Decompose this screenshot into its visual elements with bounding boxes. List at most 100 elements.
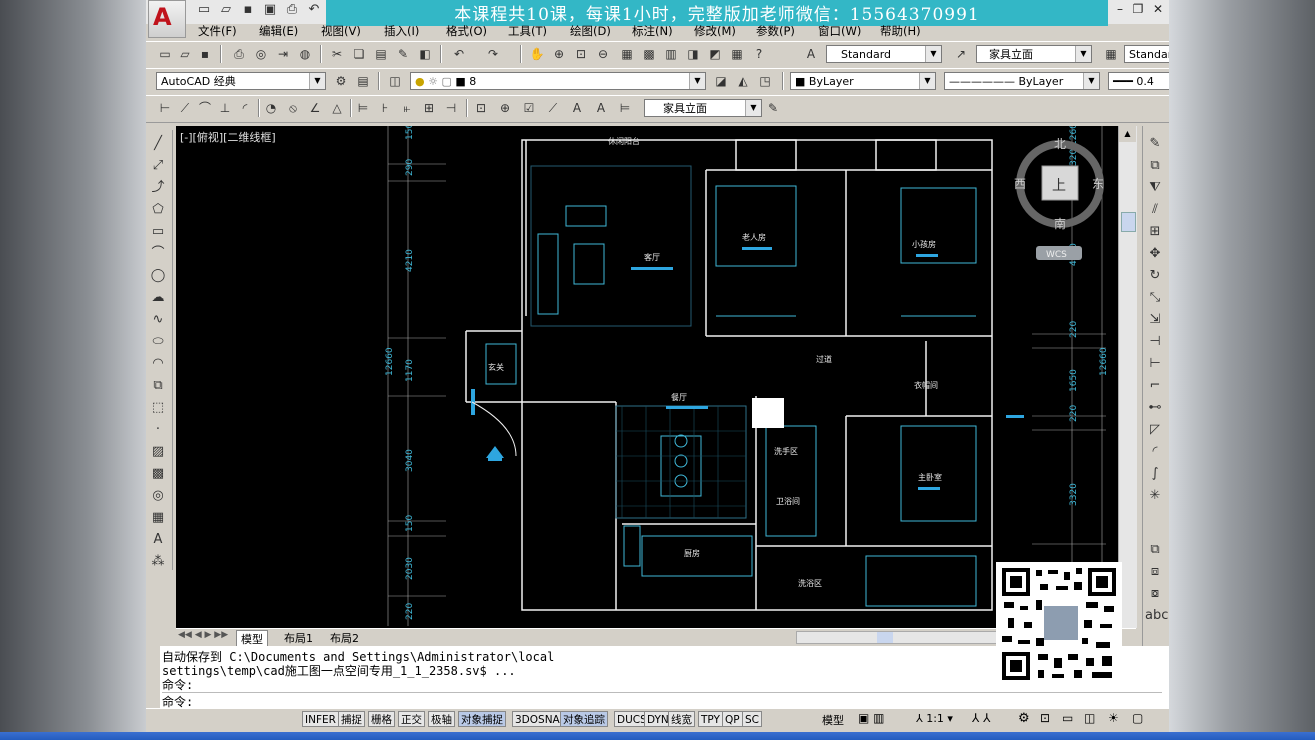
horizontal-scrollbar[interactable] bbox=[796, 631, 998, 644]
circle-icon[interactable]: ◯ bbox=[148, 266, 168, 286]
layer-state-icon[interactable]: ◳ bbox=[756, 72, 774, 90]
workspace-settings-icon[interactable]: ⚙ bbox=[332, 72, 350, 90]
menu-window[interactable]: 窗口(W) bbox=[818, 23, 861, 39]
menu-dimension[interactable]: 标注(N) bbox=[632, 23, 673, 39]
publish-icon[interactable]: ⇥ bbox=[274, 45, 292, 63]
dimension-style-icon[interactable]: ✎ bbox=[764, 99, 782, 117]
minimize-icon[interactable]: – bbox=[1112, 2, 1128, 18]
save-as-icon[interactable]: ▣ bbox=[262, 2, 278, 18]
fillet-icon[interactable]: ◜ bbox=[1145, 442, 1165, 462]
layout-icon[interactable]: ▣ ▥ bbox=[858, 711, 885, 725]
restore-icon[interactable]: ❐ bbox=[1130, 2, 1146, 18]
polygon-icon[interactable]: ⬠ bbox=[148, 200, 168, 220]
dim-style-icon[interactable]: ↗ bbox=[952, 45, 970, 63]
dim-arc-icon[interactable]: ⌒ bbox=[196, 99, 214, 117]
ellipse-arc-icon[interactable]: ◠ bbox=[148, 354, 168, 374]
lineweight-select[interactable]: ━━━ 0.4 bbox=[1108, 72, 1169, 90]
zoom-realtime-icon[interactable]: ⊕ bbox=[550, 45, 568, 63]
tab-layout2[interactable]: 布局2 bbox=[326, 630, 363, 646]
explode-icon[interactable]: ✳ bbox=[1145, 486, 1165, 506]
extend-icon[interactable]: ⊢ bbox=[1145, 354, 1165, 374]
draworder-front-icon[interactable]: ⧇ bbox=[1145, 584, 1165, 604]
3d-dwf-icon[interactable]: ◍ bbox=[296, 45, 314, 63]
dim-break-icon[interactable]: ⊣ bbox=[442, 99, 460, 117]
construction-line-icon[interactable]: ⤢ bbox=[148, 156, 168, 176]
chamfer-icon[interactable]: ◸ bbox=[1145, 420, 1165, 440]
help-icon[interactable]: ? bbox=[750, 45, 768, 63]
close-icon[interactable]: ✕ bbox=[1150, 2, 1166, 18]
stretch-icon[interactable]: ⇲ bbox=[1145, 310, 1165, 330]
status-lineweight[interactable]: 线宽 bbox=[668, 711, 695, 727]
linetype-select[interactable]: —————— ByLayer ▼ bbox=[944, 72, 1100, 90]
break-icon[interactable]: ⌐ bbox=[1145, 376, 1165, 396]
dim-space-icon[interactable]: ⊞ bbox=[420, 99, 438, 117]
undo-icon[interactable]: ↶ bbox=[450, 45, 468, 63]
inspection-icon[interactable]: ☑ bbox=[520, 99, 538, 117]
join-icon[interactable]: ⊷ bbox=[1145, 398, 1165, 418]
erase-icon[interactable]: ✎ bbox=[1145, 134, 1165, 154]
mirror-icon[interactable]: ⧨ bbox=[1145, 178, 1165, 198]
dim-angular-icon[interactable]: ∠ bbox=[306, 99, 324, 117]
properties-icon[interactable]: ▦ bbox=[618, 45, 636, 63]
annotation-scale-icon[interactable]: ⅄ 1:1 ▾ bbox=[916, 712, 953, 725]
dim-diameter-icon[interactable]: ⦸ bbox=[284, 99, 302, 117]
zoom-previous-icon[interactable]: ⊖ bbox=[594, 45, 612, 63]
dim-jogged-icon[interactable]: ◔ bbox=[262, 99, 280, 117]
quick-dim-icon[interactable]: ⊨ bbox=[354, 99, 372, 117]
sheet-set-icon[interactable]: ◨ bbox=[684, 45, 702, 63]
status-qp[interactable]: QP bbox=[722, 711, 743, 727]
center-mark-icon[interactable]: ⊕ bbox=[496, 99, 514, 117]
menu-file[interactable]: 文件(F) bbox=[198, 23, 237, 39]
revision-cloud-icon[interactable]: ☁ bbox=[148, 288, 168, 308]
dim-style-select-2[interactable]: 家具立面 ▼ bbox=[644, 99, 762, 117]
viewport-label[interactable]: [-][俯视][二维线框] bbox=[180, 130, 276, 144]
viewcube[interactable]: 上 北 南 西 东 WCS bbox=[1014, 137, 1104, 260]
multiline-text-icon[interactable]: A bbox=[148, 530, 168, 550]
scroll-thumb[interactable] bbox=[1121, 212, 1136, 232]
menu-format[interactable]: 格式(O) bbox=[446, 23, 487, 39]
menu-modify[interactable]: 修改(M) bbox=[694, 23, 736, 39]
match-properties-icon[interactable]: ✎ bbox=[394, 45, 412, 63]
save-icon[interactable]: ▪ bbox=[240, 2, 256, 18]
draworder-back-icon[interactable]: ⧈ bbox=[1145, 562, 1165, 582]
table-style-select[interactable]: Standar bbox=[1124, 45, 1169, 63]
arc-icon[interactable]: ⌒ bbox=[148, 244, 168, 264]
polyline-icon[interactable]: ⤴ bbox=[148, 178, 168, 198]
ellipse-icon[interactable]: ⬭ bbox=[148, 332, 168, 352]
print-icon[interactable]: ⎙ bbox=[284, 2, 300, 18]
blend-icon[interactable]: ∫ bbox=[1145, 464, 1165, 484]
scale-icon[interactable]: ⤡ bbox=[1145, 288, 1165, 308]
tool-palettes-icon[interactable]: ▥ bbox=[662, 45, 680, 63]
status-grid[interactable]: 栅格 bbox=[368, 711, 395, 727]
open-file-icon[interactable]: ▱ bbox=[218, 2, 234, 18]
new-file-icon[interactable]: ▭ bbox=[196, 2, 212, 18]
layer-select[interactable]: ● ☼ ▢ ■ 8 ▼ bbox=[410, 72, 706, 90]
vertical-scrollbar[interactable]: ▲ bbox=[1118, 126, 1137, 628]
status-snap[interactable]: 捕捉 bbox=[338, 711, 365, 727]
drawing-canvas[interactable]: 休闲阳台 客厅 老人房 小孩房 玄关 过道 衣帽间 餐厅 洗手区 卫浴间 主卧室… bbox=[176, 126, 1118, 628]
menu-draw[interactable]: 绘图(D) bbox=[570, 23, 611, 39]
abc-icon[interactable]: abc bbox=[1145, 606, 1168, 626]
quickcalc-icon[interactable]: ▦ bbox=[728, 45, 746, 63]
jogged-linear-icon[interactable]: ⟋ bbox=[544, 99, 562, 117]
status-polar[interactable]: 极轴 bbox=[428, 711, 455, 727]
isolate-objects-icon[interactable]: ◫ bbox=[1084, 711, 1095, 725]
dim-style-select[interactable]: 家具立面 ▼ bbox=[976, 45, 1092, 63]
annotation-visibility-icon[interactable]: ⅄ ⅄ bbox=[972, 711, 990, 725]
paste-icon[interactable]: ▤ bbox=[372, 45, 390, 63]
rotate-icon[interactable]: ↻ bbox=[1145, 266, 1165, 286]
layer-previous-icon[interactable]: ◭ bbox=[734, 72, 752, 90]
dim-update-icon[interactable]: ⊨ bbox=[616, 99, 634, 117]
rectangle-icon[interactable]: ▭ bbox=[148, 222, 168, 242]
insert-block-icon[interactable]: ⧉ bbox=[148, 376, 168, 396]
menu-tools[interactable]: 工具(T) bbox=[508, 23, 547, 39]
pan-icon[interactable]: ✋ bbox=[528, 45, 546, 63]
copy-icon[interactable]: ❏ bbox=[350, 45, 368, 63]
line-icon[interactable]: ╱ bbox=[148, 134, 168, 154]
menu-insert[interactable]: 插入(I) bbox=[384, 23, 419, 39]
dim-text-edit-icon[interactable]: A bbox=[592, 99, 610, 117]
add-selected-icon[interactable]: ⁂ bbox=[148, 552, 168, 572]
text-style-icon[interactable]: A bbox=[802, 45, 820, 63]
menu-edit[interactable]: 编辑(E) bbox=[259, 23, 298, 39]
status-tpy[interactable]: TPY bbox=[698, 711, 723, 727]
